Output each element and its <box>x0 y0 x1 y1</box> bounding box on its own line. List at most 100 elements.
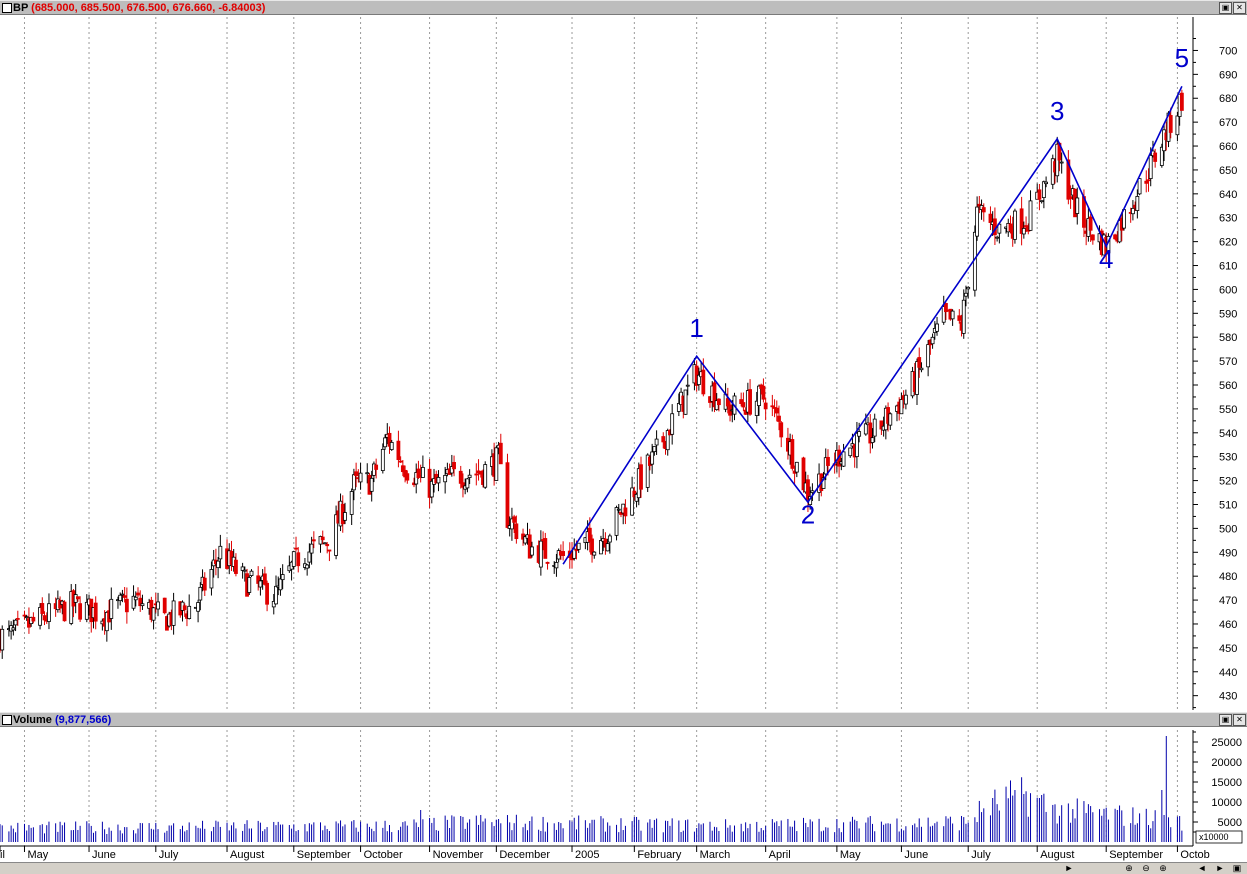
candle-body <box>196 602 200 612</box>
scroll-left-icon[interactable]: ◄ <box>1196 863 1208 874</box>
candle-body <box>323 542 327 545</box>
y-tick-label: 480 <box>1219 571 1237 583</box>
candle-body <box>307 551 312 563</box>
candle-body <box>614 507 619 536</box>
wave-trendline <box>562 85 1183 565</box>
candle-body <box>530 546 534 556</box>
candle-body <box>1135 196 1140 211</box>
x-tick-label: October <box>364 849 403 861</box>
y-tick-label: 620 <box>1219 237 1237 249</box>
candle-body <box>935 323 939 332</box>
horizontal-scrollbar[interactable]: ► ⊕ ⊖ ⊕ ◄ ► ▣ <box>0 862 1247 874</box>
y-tick-label: 540 <box>1219 428 1237 440</box>
restore-icon[interactable]: ▣ <box>1231 863 1243 874</box>
volume-y-tick-label: 25000 <box>1211 737 1242 749</box>
candle-body <box>234 559 238 574</box>
y-tick-label: 560 <box>1219 380 1237 392</box>
candle-body <box>683 389 688 415</box>
candle-body <box>13 619 18 626</box>
candle-body <box>327 549 332 552</box>
candle-body <box>670 413 675 435</box>
candle-body <box>458 470 463 484</box>
candle-body <box>592 551 597 556</box>
zoom-in-icon[interactable]: ⊕ <box>1123 863 1135 874</box>
candle-body <box>1137 178 1142 195</box>
x-tick-label: June <box>904 849 928 861</box>
candle-body <box>950 310 955 320</box>
zoom-in-icon[interactable]: ⊕ <box>1157 863 1169 874</box>
candle-body <box>650 451 655 465</box>
panel-icon <box>2 3 12 13</box>
candle-body <box>124 598 129 613</box>
candle-body <box>1175 115 1180 136</box>
candle-body <box>748 389 752 415</box>
restore-icon[interactable]: ▣ <box>1219 714 1232 726</box>
candle-body <box>761 385 766 400</box>
x-tick-label: March <box>700 849 731 861</box>
scroll-right-icon[interactable]: ► <box>1063 863 1075 874</box>
candle-body <box>512 516 517 523</box>
x-tick-label: May <box>27 849 48 861</box>
candle-body <box>247 577 252 593</box>
candle-body <box>1041 181 1046 199</box>
candle-body <box>78 603 83 620</box>
close-icon[interactable]: ✕ <box>1233 2 1246 14</box>
candle-body <box>349 491 354 515</box>
volume-y-tick-label: 10000 <box>1211 797 1242 809</box>
y-tick-label: 490 <box>1219 547 1237 559</box>
candle-body <box>265 582 269 605</box>
candle-body <box>964 292 968 297</box>
candle-body <box>24 616 29 619</box>
candle-body <box>216 560 221 569</box>
candle-body <box>62 601 67 622</box>
candle-body <box>354 471 359 477</box>
candle-body <box>465 478 470 489</box>
x-tick-label: December <box>499 849 550 861</box>
candle-body <box>198 586 203 601</box>
candle-body <box>383 437 387 448</box>
candle-body <box>903 394 908 405</box>
candle-body <box>296 552 301 567</box>
y-tick-label: 470 <box>1219 595 1237 607</box>
restore-icon[interactable]: ▣ <box>1219 2 1232 14</box>
candle-body <box>262 573 267 585</box>
scroll-right-icon[interactable]: ► <box>1214 863 1226 874</box>
volume-scale-label: x10000 <box>1199 832 1229 842</box>
wave-label: 4 <box>1099 244 1113 274</box>
candle-body <box>717 398 721 406</box>
candle-body <box>554 562 559 569</box>
candle-body <box>790 439 795 469</box>
candle-body <box>118 594 123 602</box>
candle-body <box>1179 92 1184 111</box>
candle-body <box>770 405 775 408</box>
candle-body <box>957 315 962 321</box>
candle-body <box>995 236 1000 239</box>
wave-label: 5 <box>1175 43 1189 73</box>
candle-body <box>639 464 643 490</box>
candle-body <box>1146 179 1151 182</box>
candle-body <box>981 207 986 213</box>
zoom-out-icon[interactable]: ⊖ <box>1140 863 1152 874</box>
candle-body <box>505 462 510 528</box>
candle-body <box>848 447 853 457</box>
y-tick-label: 440 <box>1219 667 1237 679</box>
candle-body <box>794 461 799 473</box>
candle-body <box>623 507 628 517</box>
candle-body <box>930 336 935 345</box>
wave-label: 2 <box>801 500 815 530</box>
candle-body <box>291 551 296 567</box>
candle-body <box>498 442 503 465</box>
y-tick-label: 550 <box>1219 404 1237 416</box>
candle-body <box>926 344 931 368</box>
x-tick-label: November <box>433 849 484 861</box>
x-tick-label: Octob <box>1180 849 1209 861</box>
y-tick-label: 530 <box>1219 452 1237 464</box>
candle-body <box>779 422 784 438</box>
candle-body <box>242 569 247 572</box>
y-tick-label: 590 <box>1219 308 1237 320</box>
candle-body <box>11 627 16 631</box>
candle-body <box>826 456 830 466</box>
candle-body <box>857 431 862 437</box>
x-tick-label: September <box>297 849 351 861</box>
close-icon[interactable]: ✕ <box>1233 714 1246 726</box>
